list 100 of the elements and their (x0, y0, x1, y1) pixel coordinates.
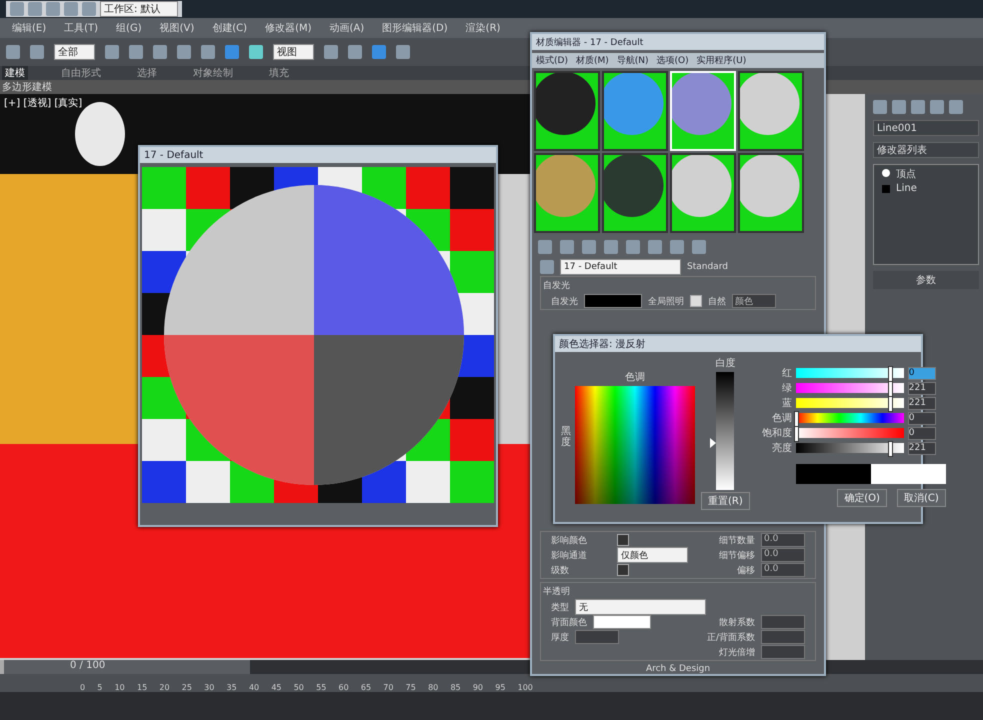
reset-button[interactable]: 重置(R) (701, 492, 750, 510)
timeline-tick: 95 (495, 683, 506, 692)
menu-item[interactable]: 图形编辑器(D) (382, 21, 448, 35)
workspace-dropdown[interactable]: 工作区: 默认 (100, 1, 178, 17)
ribbon-panel-label[interactable]: 多边形建模 (2, 80, 52, 94)
timeline-tick: 10 (114, 683, 125, 692)
object-name-field[interactable]: Line001 (873, 120, 979, 136)
material-type-button[interactable]: Standard (687, 262, 728, 272)
material-slot[interactable] (670, 153, 736, 233)
slider-thumb[interactable] (794, 426, 799, 442)
spinner-field[interactable]: 0.0 (761, 533, 805, 547)
reference-coordinate-dropdown[interactable]: 视图 (273, 44, 314, 60)
checkbox[interactable] (690, 295, 702, 307)
channel-value-field[interactable]: 0 (908, 366, 936, 380)
parameters-rollout[interactable]: 参数 (873, 271, 979, 289)
spinner-field[interactable]: 0.0 (761, 548, 805, 562)
spinner-field[interactable] (761, 615, 805, 629)
hue-picker[interactable] (575, 386, 695, 504)
material-slot[interactable] (602, 153, 668, 233)
menu-item[interactable]: 修改器(M) (265, 21, 312, 35)
cancel-button[interactable]: 取消(C) (896, 489, 946, 507)
slider-thumb[interactable] (794, 411, 799, 427)
color-swatch[interactable] (593, 615, 651, 629)
field-label: 影响通道 (551, 550, 588, 562)
checkbox[interactable] (617, 534, 629, 546)
channel-label: 绿 (780, 382, 792, 395)
menu-item[interactable]: 选项(O) (656, 54, 689, 67)
checkbox[interactable] (617, 564, 629, 576)
channel-value-field[interactable]: 0 (908, 412, 936, 424)
field-label: 厚度 (551, 632, 569, 644)
material-slot[interactable] (738, 71, 804, 151)
ribbon-tab[interactable]: 选择 (134, 66, 160, 80)
timeline-tick: 20 (159, 683, 170, 692)
time-slider-thumb[interactable] (0, 660, 4, 674)
spinner-field[interactable]: 0.0 (761, 563, 805, 577)
menu-item[interactable]: 视图(V) (160, 21, 194, 35)
menu-item[interactable]: 模式(D) (536, 54, 568, 67)
timeline-tick: 15 (136, 683, 148, 692)
slider-thumb[interactable] (888, 381, 893, 397)
material-slot[interactable] (534, 153, 600, 233)
mode-dropdown[interactable]: 颜色 (732, 294, 776, 308)
spinner-field[interactable] (575, 630, 619, 644)
spinner-field[interactable] (761, 645, 805, 659)
frame-counter: 0 / 100 (70, 660, 106, 671)
material-slot[interactable] (738, 153, 804, 233)
timeline-tick: 60 (338, 683, 349, 692)
whiteness-label: 白度 (715, 356, 736, 370)
timeline-tick: 35 (226, 683, 237, 692)
window-title: 材质编辑器 - 17 - Default (536, 36, 644, 48)
field-label: 散射系数 (719, 616, 755, 628)
group-label: 半透明 (543, 586, 571, 598)
timeline-tick: 85 (450, 683, 461, 692)
slider-thumb[interactable] (888, 441, 893, 457)
channel-label: 饱和度 (760, 426, 792, 440)
window-title: 17 - Default (144, 150, 204, 160)
material-slot[interactable] (602, 71, 668, 151)
menu-item[interactable]: 实用程序(U) (696, 54, 746, 67)
ribbon-tab[interactable]: 对象绘制 (190, 66, 236, 80)
ribbon-tab[interactable]: 建模 (2, 66, 28, 80)
menu-item[interactable]: 创建(C) (212, 21, 248, 35)
menu-item[interactable]: 导航(N) (616, 54, 649, 67)
menu-item[interactable]: 编辑(E) (12, 21, 46, 35)
timeline-tick: 75 (406, 683, 416, 692)
menu-item[interactable]: 动画(A) (330, 21, 364, 35)
ok-button[interactable]: 确定(O) (837, 489, 887, 507)
channel-value-field[interactable]: 221 (908, 442, 936, 454)
type-dropdown[interactable]: 无 (575, 599, 706, 615)
sub-object-icon (882, 169, 890, 177)
timeline-tick: 50 (294, 683, 304, 692)
ribbon-tab[interactable]: 填充 (266, 66, 292, 80)
ribbon-tab[interactable]: 自由形式 (58, 66, 104, 80)
whiteness-slider-thumb[interactable] (710, 438, 716, 448)
material-name-field[interactable]: 17 - Default (560, 259, 681, 275)
selection-filter-dropdown[interactable]: 全部 (54, 44, 95, 60)
modifier-list-dropdown[interactable]: 修改器列表 (873, 142, 979, 158)
field-label: 细节数量 (719, 534, 755, 546)
group-label: 自发光 (543, 280, 571, 292)
rollout-title[interactable]: Arch & Design (532, 664, 824, 674)
stack-item[interactable]: Line (876, 183, 917, 194)
channel-dropdown[interactable]: 仅颜色 (617, 547, 688, 563)
stack-item[interactable]: 顶点 (876, 169, 916, 180)
viewport-label[interactable]: [+] [透视] [真实] (4, 96, 82, 110)
slider-thumb[interactable] (888, 366, 893, 382)
menu-item[interactable]: 组(G) (116, 21, 142, 35)
menu-item[interactable]: 工具(T) (64, 21, 98, 35)
channel-value-field[interactable]: 221 (908, 382, 936, 394)
color-swatch[interactable] (584, 294, 642, 308)
menu-item[interactable]: 渲染(R) (466, 21, 500, 35)
field-label: 全局照明 (648, 296, 684, 308)
blackness-label: 黑度 (561, 426, 571, 448)
field-label: 偏移 (737, 564, 755, 576)
material-slot[interactable] (534, 71, 600, 151)
menu-item[interactable]: 材质(M) (576, 54, 609, 67)
field-label: 影响颜色 (551, 534, 588, 546)
window-title: 颜色选择器: 漫反射 (559, 338, 646, 351)
channel-value-field[interactable]: 221 (908, 396, 936, 410)
channel-value-field[interactable]: 0 (908, 426, 936, 440)
field-label: 背面颜色 (551, 616, 587, 628)
spinner-field[interactable] (761, 630, 805, 644)
slider-thumb[interactable] (888, 396, 893, 412)
